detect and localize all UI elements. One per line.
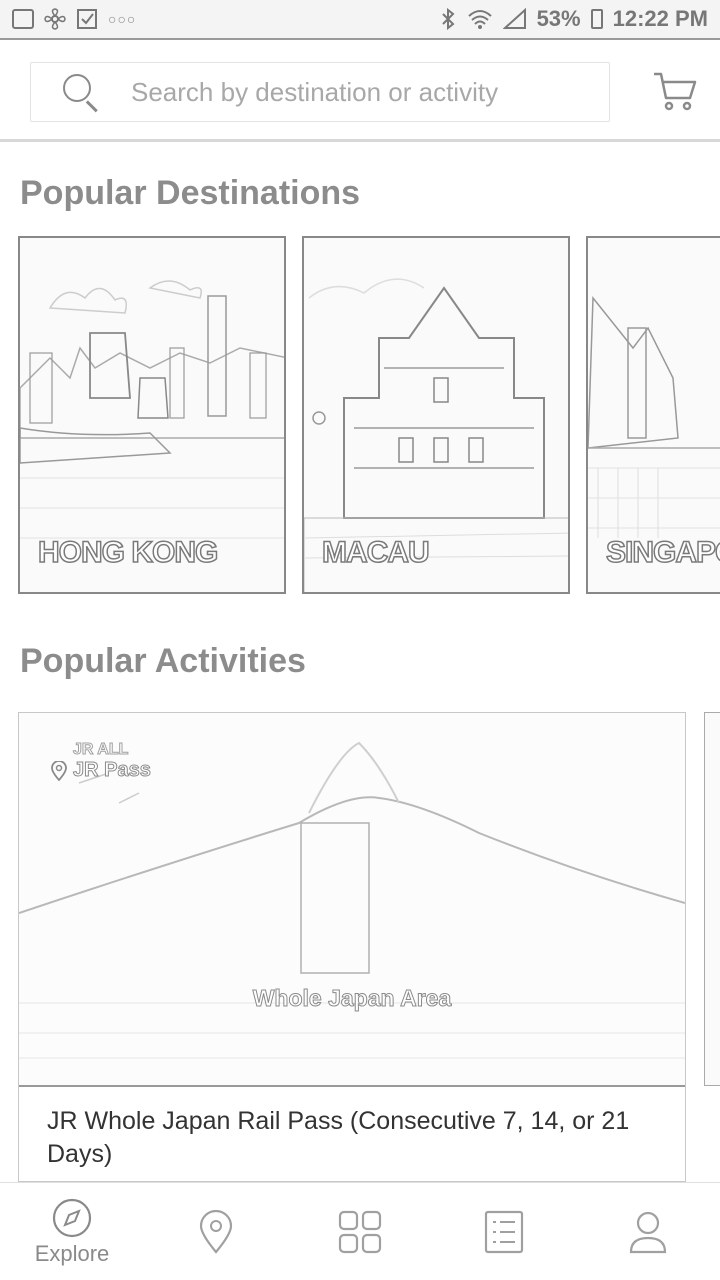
destination-card-hong-kong[interactable]: HONG KONG [18,236,286,594]
grid-icon [338,1210,382,1253]
destination-label: HONG KONG [37,535,219,570]
location-pin-icon [199,1209,233,1254]
nav-explore-label: Explore [34,1240,110,1266]
list-icon [484,1210,524,1253]
clock: 12:22 PM [612,6,708,31]
compass-icon [52,1198,92,1237]
nav-profile[interactable] [576,1183,720,1280]
nav-destinations[interactable] [144,1183,288,1280]
activity-title: JR Whole Japan Rail Pass (Consecutive 7,… [47,1107,630,1168]
nav-categories[interactable] [288,1183,432,1280]
activity-card[interactable]: JR ALL JR Pass Whole Japan Area JR Whole… [18,712,686,1182]
activity-card-next[interactable] [704,712,720,1086]
fan-icon [44,8,66,30]
activities-carousel[interactable]: JR ALL JR Pass Whole Japan Area JR Whole… [18,712,720,1182]
activity-location: JR ALL JR Pass [51,741,151,782]
battery-icon [590,9,603,29]
activity-region: JR ALL [73,741,129,759]
search-header: Search by destination or activity [0,42,720,142]
search-icon [59,70,103,114]
destination-label: MACAU [321,535,430,570]
destination-card-singapore[interactable]: SINGAPORE [586,236,720,594]
more-dots-icon: ○○○ [108,11,137,27]
bottom-navigation: Explore [0,1182,720,1280]
activity-pass-name: JR Pass [73,759,152,782]
popular-activities-heading: Popular Activities [20,642,306,680]
signal-icon [502,8,526,29]
notification-icons: ○○○ [12,8,136,30]
check-icon [77,9,97,29]
profile-icon [629,1211,667,1253]
system-icons: 53% 12:22 PM [439,6,708,32]
activity-image-caption: Whole Japan Area [252,985,452,1012]
destination-label: SINGAPORE [605,535,720,570]
popular-destinations-heading: Popular Destinations [20,174,361,212]
wifi-icon [467,10,492,29]
destination-card-macau[interactable]: MACAU [302,236,570,594]
bluetooth-icon [441,8,455,30]
status-bar: ○○○ 53% 12:22 PM [0,0,720,40]
activity-image: JR ALL JR Pass Whole Japan Area [19,713,685,1087]
search-input[interactable]: Search by destination or activity [30,62,610,122]
notification-icon [12,9,34,29]
cart-icon[interactable] [652,70,698,114]
search-placeholder: Search by destination or activity [131,76,499,107]
location-pin-icon [51,760,67,781]
nav-bookings[interactable] [432,1183,576,1280]
battery-percent: 53% [536,6,581,31]
destinations-carousel[interactable]: HONG KONG MACAU SINGAPORE [18,236,720,594]
nav-explore[interactable]: Explore [0,1183,144,1280]
